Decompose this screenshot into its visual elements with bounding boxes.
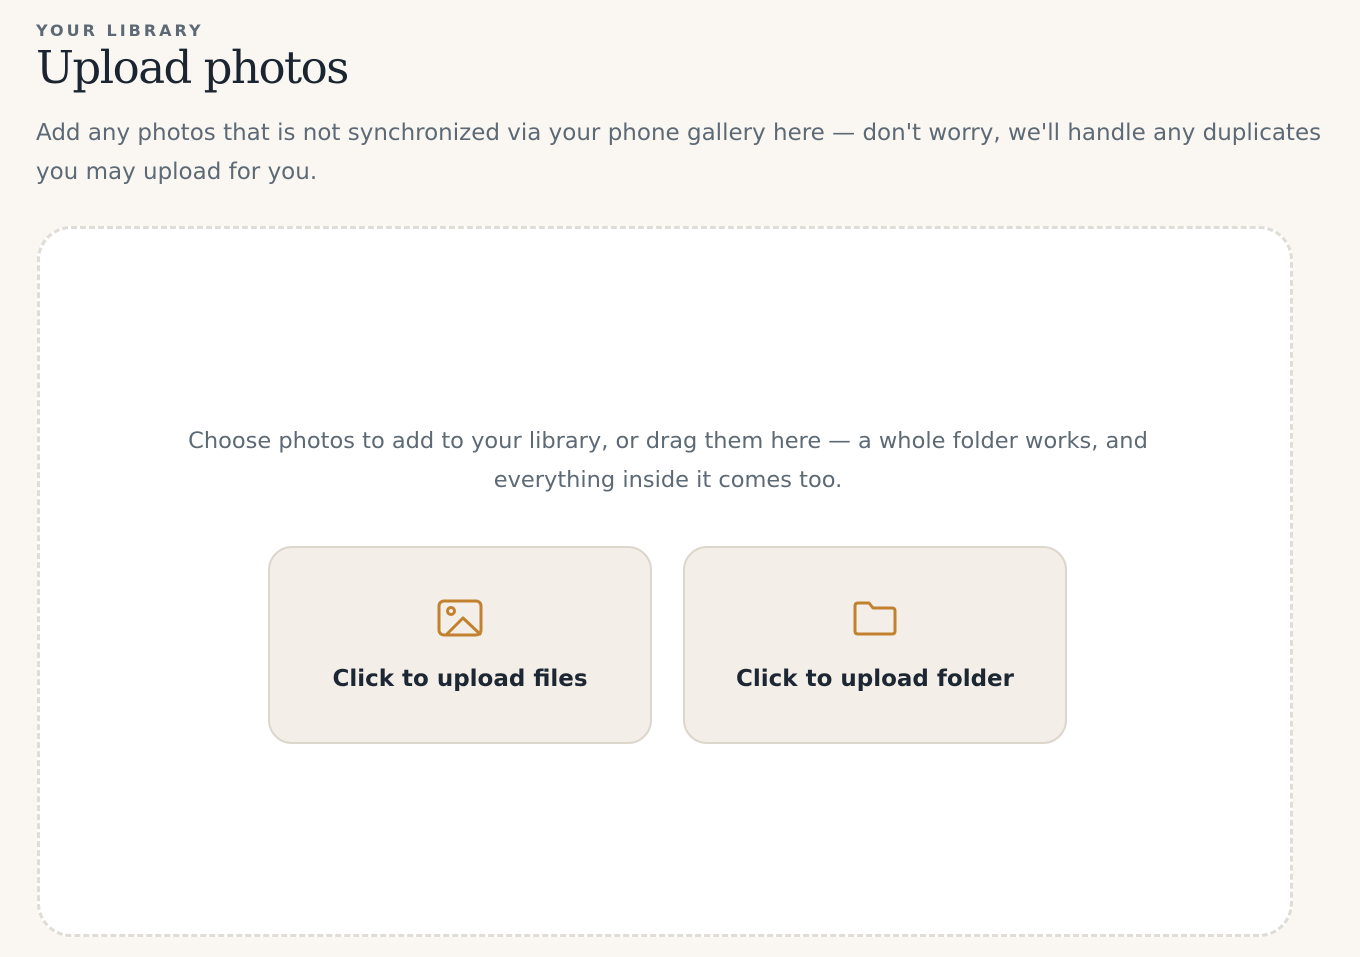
upload-files-label: Click to upload files bbox=[332, 666, 588, 692]
upload-dropzone[interactable]: Choose photos to add to your library, or… bbox=[37, 226, 1293, 937]
page-title: Upload photos bbox=[36, 41, 349, 94]
upload-files-button[interactable]: Click to upload files bbox=[268, 546, 652, 744]
upload-folder-label: Click to upload folder bbox=[736, 666, 1014, 692]
page-description: Add any photos that is not synchronized … bbox=[36, 120, 1322, 185]
dropzone-instruction: Choose photos to add to your library, or… bbox=[188, 428, 1148, 493]
image-icon bbox=[437, 599, 483, 637]
folder-icon bbox=[853, 601, 897, 636]
upload-folder-button[interactable]: Click to upload folder bbox=[683, 546, 1067, 744]
